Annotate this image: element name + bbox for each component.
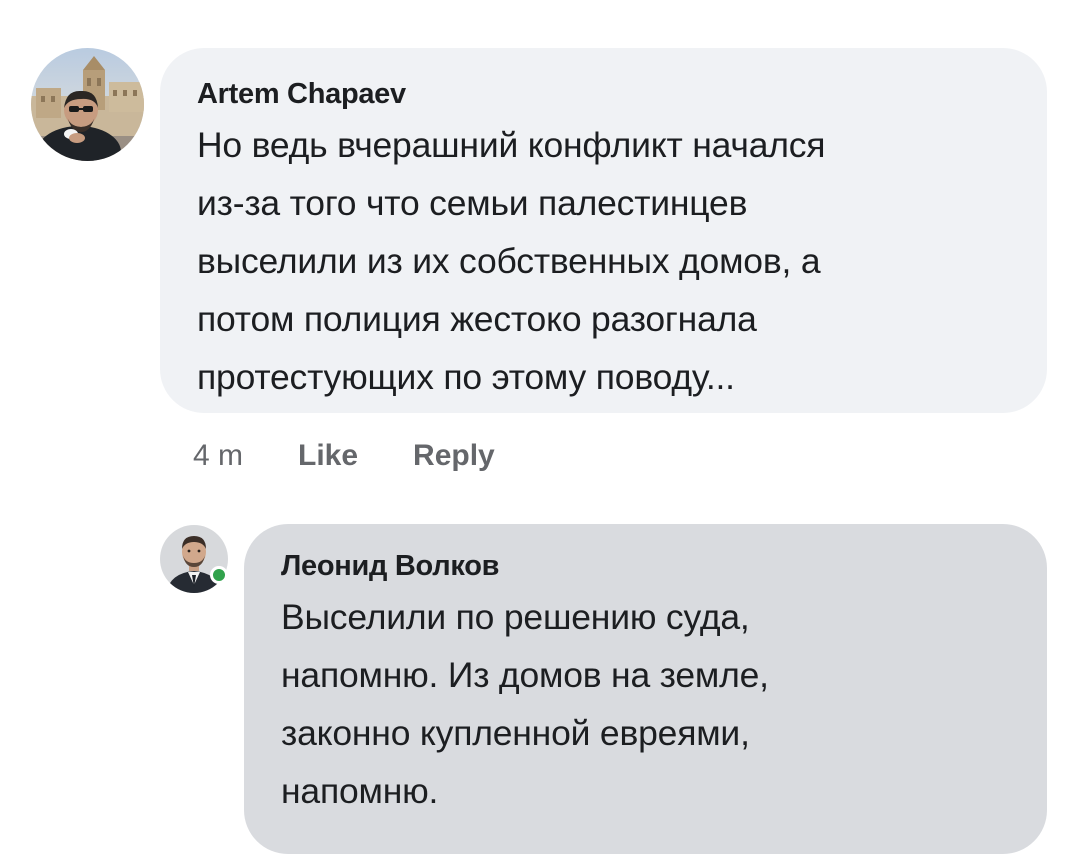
commenter-avatar[interactable] xyxy=(31,48,144,161)
comment-timestamp[interactable]: 4 m xyxy=(193,436,243,476)
comment-bubble[interactable]: Artem Chapaev Но ведь вчерашний конфликт… xyxy=(160,48,1047,413)
comment-actions: 4 m Like Reply xyxy=(193,436,495,476)
comment-author[interactable]: Artem Chapaev xyxy=(197,76,1013,112)
like-button[interactable]: Like xyxy=(298,436,358,476)
reply-text: Выселили по решению суда, напомню. Из до… xyxy=(281,597,769,811)
comment-text: Но ведь вчерашний конфликт начался из-за… xyxy=(197,125,826,397)
online-status-icon xyxy=(210,566,228,584)
reply-bubble[interactable]: Леонид Волков Выселили по решению суда, … xyxy=(244,524,1047,854)
reply-author[interactable]: Леонид Волков xyxy=(281,548,1013,584)
reply-button[interactable]: Reply xyxy=(413,436,495,476)
avatar-photo-icon xyxy=(31,48,144,161)
